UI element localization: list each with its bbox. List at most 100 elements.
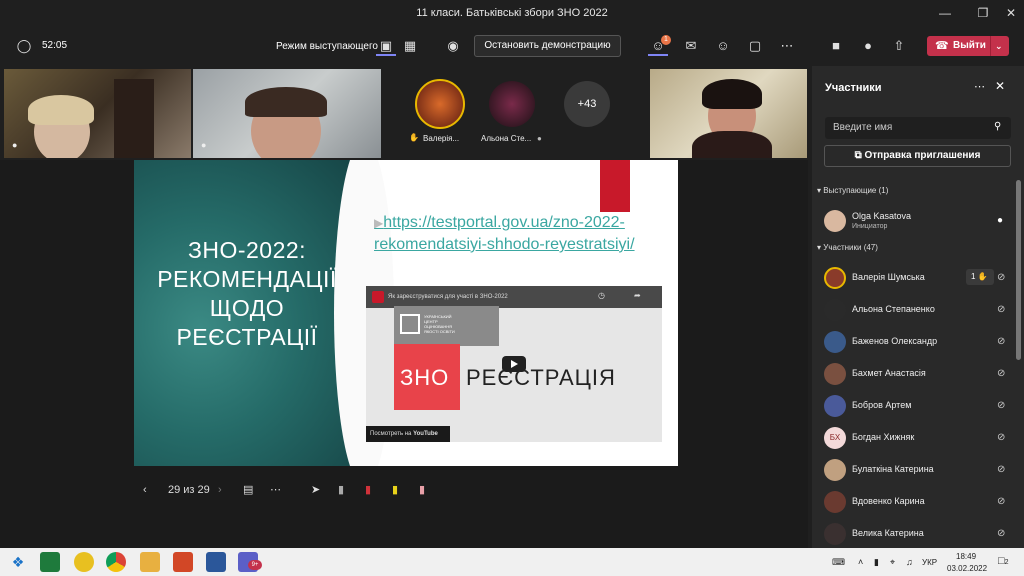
avatar	[824, 523, 846, 545]
restore-button[interactable]: ❐	[968, 0, 998, 26]
pen-red-icon[interactable]: ▮	[365, 480, 371, 500]
chrome-icon[interactable]	[106, 552, 126, 572]
reactions-icon[interactable]: ☺	[713, 36, 733, 56]
grid-view-icon[interactable]: ▤	[243, 480, 253, 500]
app-icon[interactable]	[74, 552, 94, 572]
mic-off-icon[interactable]: ⊘	[997, 432, 1005, 443]
search-icon[interactable]: ⚲	[994, 121, 1001, 132]
excel-icon[interactable]	[40, 552, 60, 572]
clock-icon[interactable]: ◷	[598, 291, 605, 300]
slide-link[interactable]: ▶https://testportal.gov.ua/zno-2022-reko…	[374, 212, 664, 255]
avatar[interactable]	[489, 81, 535, 127]
mic-off-icon: ●	[537, 134, 542, 143]
video-embed[interactable]: Як зареєструватися для участі в ЗНО-2022…	[366, 286, 662, 442]
battery-icon[interactable]: ▮	[874, 557, 879, 568]
avatar	[824, 459, 846, 481]
mic-off-icon[interactable]: ⊘	[997, 368, 1005, 379]
share-link-icon: ⧉	[854, 150, 862, 161]
video-tile-1[interactable]: ●	[4, 69, 191, 158]
more-icon[interactable]: ⋯	[777, 36, 797, 56]
pen-gray-icon[interactable]: ▮	[338, 480, 344, 500]
microphone-icon[interactable]: ●	[997, 215, 1003, 226]
overflow-count[interactable]: +43	[564, 81, 610, 127]
powerpoint-icon[interactable]	[173, 552, 193, 572]
mic-off-icon[interactable]: ⊘	[997, 496, 1005, 507]
mic-off-icon[interactable]: ⊘	[997, 464, 1005, 475]
participant-row[interactable]: Баженов Олександр ⊘	[824, 329, 1014, 355]
chat-icon[interactable]: ✉	[681, 36, 701, 56]
tray-arrow-icon[interactable]: ˄	[858, 557, 863, 567]
video-word-registration: РЕЄСТРАЦІЯ	[466, 365, 616, 390]
meeting-toolbar: ◯ 52:05 Режим выступающего ▣ ▦ ◉ Останов…	[0, 26, 1024, 66]
rooms-icon[interactable]: ▢	[745, 36, 765, 56]
participant-row[interactable]: Вдовенко Карина ⊘	[824, 489, 1014, 515]
camera-icon[interactable]: ■	[826, 36, 846, 56]
mic-off-icon[interactable]: ⊘	[997, 272, 1005, 283]
notifications-icon[interactable]: □2	[998, 555, 1009, 567]
more-options-icon[interactable]: ⋯	[270, 480, 281, 500]
eye-icon[interactable]: ◉	[443, 36, 463, 56]
clock-time[interactable]: 18:49	[956, 552, 976, 561]
next-slide-icon[interactable]: ›	[218, 480, 222, 500]
channel-logo-icon	[372, 291, 384, 303]
avatar	[824, 491, 846, 513]
logo-text: УКРАЇНСЬКИЙ ЦЕНТР ОЦІНЮВАННЯ ЯКОСТІ ОСВІ…	[424, 314, 455, 334]
presenter-mode-layout-icon[interactable]: ▣	[376, 36, 396, 56]
send-invite-button[interactable]: ⧉ Отправка приглашения	[824, 145, 1011, 167]
pointer-icon[interactable]: ➤	[311, 480, 320, 500]
teams-icon[interactable]: 9+	[238, 552, 262, 572]
video-caption: Як зареєструватися для участі в ЗНО-2022	[388, 294, 508, 300]
keyboard-icon[interactable]: ⌨	[832, 557, 845, 568]
attendees-header[interactable]: ▾ Участники (47)	[817, 243, 878, 252]
network-icon[interactable]: ⌖	[890, 557, 895, 568]
share-icon[interactable]: ⇧	[889, 36, 909, 56]
mic-off-icon[interactable]: ⊘	[997, 304, 1005, 315]
participant-row[interactable]: Бахмет Анастасія ⊘	[824, 361, 1014, 387]
minimize-button[interactable]: —	[930, 0, 960, 26]
teams-badge: 9+	[248, 560, 262, 570]
participant-row[interactable]: Велика Катерина ⊘	[824, 521, 1014, 547]
clock-date[interactable]: 03.02.2022	[947, 564, 987, 573]
layout-alt-icon[interactable]: ▦	[400, 36, 420, 56]
explorer-icon[interactable]	[140, 552, 160, 572]
highlighter-icon[interactable]: ▮	[392, 480, 398, 500]
presenter-row[interactable]: Olga Kasatova Инициатор ●	[824, 208, 1014, 234]
mic-off-icon[interactable]: ⊘	[997, 400, 1005, 411]
window-title: 11 класи. Батьківські збори ЗНО 2022	[416, 7, 608, 19]
taskbar: ❖ 9+ ⌨ ˄ ▮ ⌖ ♫ УКР 18:49 03.02.2022 □2	[0, 548, 1024, 576]
more-icon[interactable]: ⋯	[974, 80, 985, 93]
volume-icon[interactable]: ♫	[906, 557, 913, 567]
close-button[interactable]: ✕	[996, 0, 1024, 26]
leave-button[interactable]: ☎ Выйти ⌄	[927, 36, 1009, 56]
eraser-icon[interactable]: ▮	[419, 480, 425, 500]
video-word-zno: ЗНО	[400, 365, 450, 390]
hand-icon: ✋	[409, 133, 419, 142]
participant-row[interactable]: Бобров Артем ⊘	[824, 393, 1014, 419]
watch-on-youtube[interactable]: Посмотреть на YouTube	[366, 426, 450, 442]
avatar	[824, 395, 846, 417]
participant-row[interactable]: Валерія Шумська 1 ✋ ⊘	[824, 265, 1014, 291]
chevron-down-icon[interactable]: ⌄	[995, 36, 1003, 56]
presenters-header[interactable]: ▾ Выступающие (1)	[817, 186, 888, 195]
video-tile-3[interactable]	[650, 69, 807, 158]
leave-label: Выйти	[953, 40, 986, 51]
mic-off-icon[interactable]: ⊘	[997, 336, 1005, 347]
word-icon[interactable]	[206, 552, 226, 572]
panel-scrollbar[interactable]	[1016, 180, 1021, 360]
play-icon[interactable]	[502, 356, 526, 372]
participant-row[interactable]: Альона Степаненко ⊘	[824, 297, 1014, 323]
share-icon[interactable]: ➦	[634, 291, 641, 300]
video-tile-2[interactable]: ●	[193, 69, 381, 158]
mic-off-icon[interactable]: ⊘	[997, 528, 1005, 539]
participant-row[interactable]: Булаткіна Катерина ⊘	[824, 457, 1014, 483]
language-indicator[interactable]: УКР	[922, 558, 937, 567]
search-input[interactable]: Введите имя	[825, 117, 1011, 139]
close-icon[interactable]: ✕	[995, 79, 1005, 93]
previous-slide-icon[interactable]: ‹	[143, 480, 147, 500]
title-bar: 11 класи. Батьківські збори ЗНО 2022 — ❐…	[0, 0, 1024, 26]
participant-row[interactable]: БХ Богдан Хижняк ⊘	[824, 425, 1014, 451]
start-icon[interactable]: ❖	[8, 552, 28, 572]
microphone-icon[interactable]: ●	[858, 36, 878, 56]
avatar[interactable]	[415, 79, 465, 129]
stop-presenting-button[interactable]: Остановить демонстрацию	[474, 35, 621, 57]
